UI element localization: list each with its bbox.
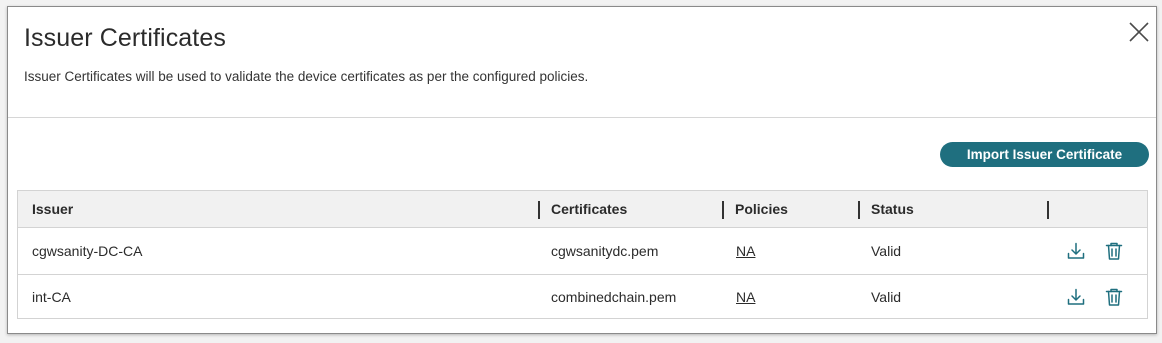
column-resize-handle[interactable] — [722, 201, 724, 219]
column-header-issuer[interactable]: Issuer — [32, 191, 73, 228]
dialog-description: Issuer Certificates will be used to vali… — [24, 69, 589, 84]
policies-link[interactable]: NA — [736, 229, 755, 274]
close-button[interactable] — [1128, 21, 1150, 43]
download-icon — [1067, 242, 1085, 259]
cell-certificate: cgwsanitydc.pem — [551, 243, 659, 259]
dialog-title: Issuer Certificates — [24, 24, 226, 52]
import-issuer-certificate-button[interactable]: Import Issuer Certificate — [940, 142, 1149, 167]
issuer-certificates-dialog: Issuer Certificates Issuer Certificates … — [7, 6, 1157, 334]
column-header-policies[interactable]: Policies — [735, 191, 788, 228]
cell-issuer: cgwsanity-DC-CA — [32, 243, 143, 259]
dialog-header: Issuer Certificates Issuer Certificates … — [8, 7, 1156, 118]
delete-button[interactable] — [1104, 241, 1124, 261]
cell-status: Valid — [871, 243, 902, 259]
cell-status: Valid — [871, 289, 902, 305]
table-row: int-CA combinedchain.pem NA Valid — [18, 274, 1147, 319]
column-resize-handle[interactable] — [538, 201, 540, 219]
table-row: cgwsanity-DC-CA cgwsanitydc.pem NA Valid — [18, 229, 1147, 274]
issuer-certificates-table: Issuer Certificates Policies Status cgws… — [17, 190, 1148, 319]
trash-icon — [1105, 288, 1123, 306]
column-header-status[interactable]: Status — [871, 191, 914, 228]
cell-issuer: int-CA — [32, 289, 71, 305]
close-icon — [1129, 22, 1149, 42]
download-button[interactable] — [1066, 287, 1086, 307]
delete-button[interactable] — [1104, 287, 1124, 307]
policies-link[interactable]: NA — [736, 275, 755, 320]
cell-certificate: combinedchain.pem — [551, 289, 677, 305]
table-header: Issuer Certificates Policies Status — [18, 191, 1147, 228]
column-resize-handle[interactable] — [1047, 201, 1049, 219]
download-button[interactable] — [1066, 241, 1086, 261]
column-header-certificates[interactable]: Certificates — [551, 191, 627, 228]
trash-icon — [1105, 242, 1123, 260]
download-icon — [1067, 288, 1085, 305]
column-resize-handle[interactable] — [858, 201, 860, 219]
